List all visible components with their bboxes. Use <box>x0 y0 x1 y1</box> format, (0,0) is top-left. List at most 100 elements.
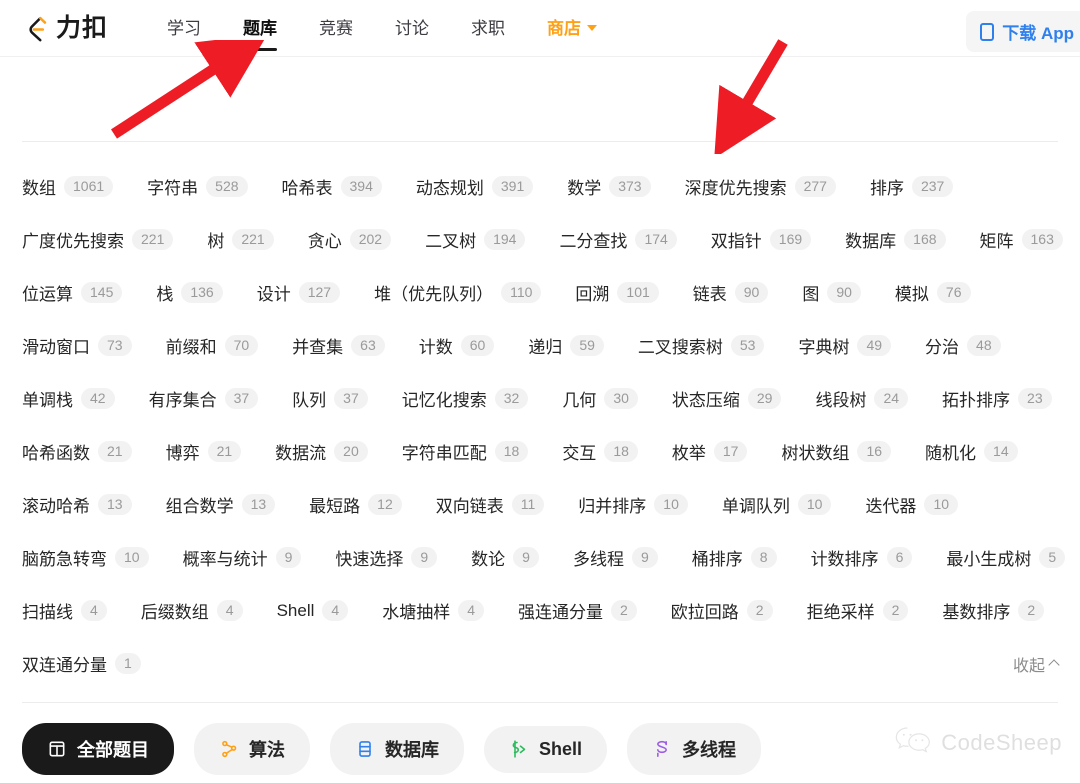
topic-tag[interactable]: 哈希表 394 <box>282 174 382 199</box>
topic-tag[interactable]: 随机化 14 <box>925 439 1018 464</box>
nav-item-store[interactable]: 商店 <box>526 0 618 57</box>
topic-tag[interactable]: 最短路 12 <box>309 492 402 517</box>
topic-tag[interactable]: 强连通分量 2 <box>518 598 637 623</box>
topic-tag[interactable]: Shell 4 <box>277 600 349 621</box>
topic-tag[interactable]: 贪心 202 <box>308 227 392 252</box>
topic-tag[interactable]: 单调队列 10 <box>722 492 832 517</box>
topic-tag[interactable]: 数学 373 <box>567 174 651 199</box>
topic-tag[interactable]: 字典树 49 <box>798 333 892 358</box>
topic-tag[interactable]: 数据库 168 <box>845 227 946 252</box>
topic-tag[interactable]: 数论 9 <box>471 545 539 570</box>
topic-tag-label: 交互 <box>562 444 597 463</box>
nav-item-contest[interactable]: 竞赛 <box>298 0 374 57</box>
collapse-tags-button[interactable]: 收起 <box>1013 652 1060 676</box>
topic-tag-count: 10 <box>924 494 959 515</box>
topic-tag[interactable]: 拒绝采样 2 <box>807 598 909 623</box>
topic-tag[interactable]: 双连通分量 1 <box>22 651 141 676</box>
leetcode-problemset-page: 力扣 学习 题库 竞赛 讨论 求职 商店 下载 App 数组 1061 字符串 528… <box>0 0 1080 783</box>
topic-tag[interactable]: 后缀数组 4 <box>141 598 243 623</box>
topic-tag[interactable]: 最小生成树 5 <box>946 545 1066 570</box>
topic-tag-label: 滑动窗口 <box>22 338 90 357</box>
topic-tag[interactable]: 交互 18 <box>562 439 638 464</box>
topic-tag[interactable]: 归并排序 10 <box>578 492 688 517</box>
topic-tag[interactable]: 基数排序 2 <box>942 598 1045 623</box>
topic-tag[interactable]: 记忆化搜索 32 <box>402 386 529 411</box>
brand-home-link[interactable]: 力扣 <box>22 13 108 43</box>
topic-tag-list: 数组 1061 字符串 528 哈希表 394 动态规划 391 数学 373 深度优先搜索 277 排… <box>22 142 1066 690</box>
topic-tag-label: 最小生成树 <box>946 550 1032 569</box>
topic-tag-label: 字符串 <box>147 179 199 198</box>
topic-tag[interactable]: 组合数学 13 <box>166 492 276 517</box>
topic-tag[interactable]: 几何 30 <box>562 386 638 411</box>
topic-tag[interactable]: 数据流 20 <box>275 439 368 464</box>
topic-tag-count: 90 <box>734 282 769 303</box>
topic-tag[interactable]: 二叉树 194 <box>425 227 526 252</box>
topic-tag[interactable]: 字符串 528 <box>147 174 248 199</box>
filter-chip-algorithms[interactable]: 算法 <box>194 723 310 775</box>
topic-tag[interactable]: 排序 237 <box>870 174 954 199</box>
topic-tag[interactable]: 拓扑排序 23 <box>942 386 1052 411</box>
topic-tag[interactable]: 树状数组 16 <box>781 439 892 464</box>
topic-tag-label: 字符串匹配 <box>401 444 487 463</box>
topic-tag[interactable]: 模拟 76 <box>895 280 971 305</box>
topic-tag[interactable]: 数组 1061 <box>22 174 114 199</box>
topic-tag-count: 23 <box>1018 388 1052 409</box>
topic-tag[interactable]: 概率与统计 9 <box>183 545 302 570</box>
topic-tag[interactable]: 链表 90 <box>693 280 769 305</box>
topic-tag[interactable]: 分治 48 <box>925 333 1001 358</box>
nav-item-discuss[interactable]: 讨论 <box>374 0 450 57</box>
topic-tag[interactable]: 回溯 101 <box>575 280 659 305</box>
filter-chip-shell[interactable]: Shell <box>484 725 608 773</box>
topic-tag[interactable]: 有序集合 37 <box>149 386 259 411</box>
topic-tag[interactable]: 广度优先搜索 221 <box>22 227 174 252</box>
topic-tag[interactable]: 二叉搜索树 53 <box>638 333 765 358</box>
topic-tag[interactable]: 图 90 <box>802 280 861 305</box>
topic-tag[interactable]: 二分查找 174 <box>559 227 677 252</box>
topic-tag[interactable]: 栈 136 <box>156 280 223 305</box>
topic-tag[interactable]: 双向链表 11 <box>436 492 545 517</box>
topic-tag[interactable]: 迭代器 10 <box>865 492 959 517</box>
filter-chip-all-problems[interactable]: 全部题目 <box>22 723 174 775</box>
download-app-button[interactable]: 下载 App <box>966 11 1080 52</box>
topic-tag[interactable]: 单调栈 42 <box>22 386 115 411</box>
topic-tag[interactable]: 并查集 63 <box>292 333 385 358</box>
topic-tag[interactable]: 设计 127 <box>257 280 341 305</box>
topic-tag[interactable]: 动态规划 391 <box>416 174 534 199</box>
topic-tag-label: 欧拉回路 <box>670 603 739 622</box>
topic-tag[interactable]: 桶排序 8 <box>692 545 777 570</box>
topic-tag[interactable]: 深度优先搜索 277 <box>685 174 836 199</box>
filter-chip-concurrency[interactable]: 多线程 <box>627 723 762 775</box>
topic-tag[interactable]: 状态压缩 29 <box>672 386 782 411</box>
topic-tag[interactable]: 水塘抽样 4 <box>382 598 484 623</box>
topic-tag[interactable]: 滚动哈希 13 <box>22 492 132 517</box>
topic-tag[interactable]: 计数 60 <box>419 333 495 358</box>
topic-tag[interactable]: 博弈 21 <box>166 439 242 464</box>
topic-tag[interactable]: 字符串匹配 18 <box>402 439 529 464</box>
topic-tag[interactable]: 计数排序 6 <box>811 545 913 570</box>
filter-chip-database[interactable]: 数据库 <box>330 723 464 775</box>
topic-tag-label: 二叉搜索树 <box>637 338 723 357</box>
topic-tag-label: 图 <box>802 285 820 304</box>
nav-item-jobs[interactable]: 求职 <box>450 0 526 57</box>
topic-tag-label: 数据库 <box>845 232 897 251</box>
topic-tag[interactable]: 前缀和 70 <box>166 333 259 358</box>
topic-tag[interactable]: 快速选择 9 <box>335 545 438 570</box>
nav-item-study[interactable]: 学习 <box>146 0 222 57</box>
topic-tag[interactable]: 滑动窗口 73 <box>22 333 132 358</box>
topic-tag[interactable]: 枚举 17 <box>672 439 748 464</box>
topic-tag[interactable]: 矩阵 163 <box>980 227 1063 252</box>
nav-item-problemset[interactable]: 题库 <box>222 0 298 57</box>
topic-tag-count: 1 <box>115 653 141 674</box>
topic-tag[interactable]: 递归 59 <box>528 333 604 358</box>
topic-tag[interactable]: 位运算 145 <box>22 280 123 305</box>
topic-tag[interactable]: 双指针 169 <box>711 227 812 252</box>
topic-tag[interactable]: 欧拉回路 2 <box>671 598 773 623</box>
topic-tag[interactable]: 扫描线 4 <box>22 598 107 623</box>
topic-tag[interactable]: 队列 37 <box>292 386 368 411</box>
topic-tag[interactable]: 多线程 9 <box>573 545 658 570</box>
topic-tag[interactable]: 堆（优先队列） 110 <box>374 280 542 305</box>
topic-tag[interactable]: 脑筋急转弯 10 <box>22 545 149 570</box>
topic-tag[interactable]: 哈希函数 21 <box>22 439 132 464</box>
topic-tag[interactable]: 线段树 24 <box>815 386 909 411</box>
topic-tag[interactable]: 树 221 <box>207 227 274 252</box>
